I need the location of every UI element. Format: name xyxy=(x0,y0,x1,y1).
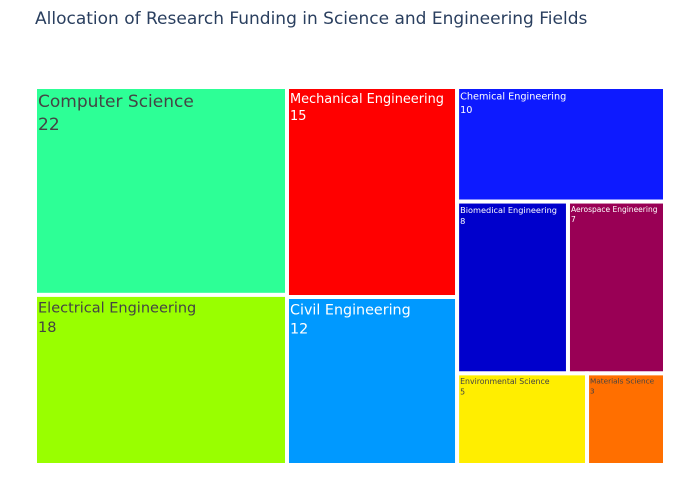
tile-aerospace-engineering: Aerospace Engineering7 xyxy=(565,199,667,376)
tile-value-label: 22 xyxy=(38,115,60,135)
treemap-tile xyxy=(455,199,570,376)
treemap-tile xyxy=(455,85,667,204)
tile-value-label: 15 xyxy=(290,109,306,124)
tile-label: Mechanical Engineering xyxy=(290,92,444,107)
tile-value-label: 7 xyxy=(571,215,576,224)
treemap-tile xyxy=(285,85,460,299)
treemap-tile xyxy=(285,295,460,467)
treemap-tile xyxy=(455,371,590,468)
tile-label: Biomedical Engineering xyxy=(460,205,557,215)
treemap-tile xyxy=(585,371,667,468)
tile-value-label: 5 xyxy=(460,388,465,397)
tile-label: Electrical Engineering xyxy=(38,300,196,316)
tile-value-label: 3 xyxy=(590,387,595,396)
treemap-tile xyxy=(33,292,289,467)
treemap-tile xyxy=(565,199,667,376)
tile-environmental-science: Environmental Science 5 xyxy=(455,371,590,468)
tile-computer-science: Computer Science 22 xyxy=(33,85,289,297)
tile-label: Aerospace Engineering xyxy=(571,205,658,214)
treemap-tile xyxy=(33,85,289,297)
tile-mechanical-engineering: Mechanical Engineering 15 xyxy=(285,85,460,299)
tile-chemical-engineering: Chemical Engineering 10 xyxy=(455,85,667,204)
treemap-chart: Allocation of Research Funding in Scienc… xyxy=(0,0,700,500)
tile-materials-science: Materials Science3 xyxy=(585,371,667,468)
tile-value-label: 10 xyxy=(460,105,472,116)
tile-label: Environmental Science xyxy=(460,377,550,386)
tile-value-label: 18 xyxy=(38,320,56,336)
tile-value-label: 12 xyxy=(290,322,308,338)
tile-label: Computer Science xyxy=(38,92,194,112)
tile-label: Civil Engineering xyxy=(290,302,411,318)
tile-label: Materials Science xyxy=(590,377,655,386)
tile-label: Chemical Engineering xyxy=(460,92,566,103)
tile-value-label: 8 xyxy=(460,216,465,226)
tile-electrical-engineering: Electrical Engineering 18 xyxy=(33,292,289,467)
treemap-plot-area: Computer Science 22 Electrical Engineering… xyxy=(33,85,667,468)
tile-civil-engineering: Civil Engineering 12 xyxy=(285,295,460,467)
tile-biomedical-engineering: Biomedical Engineering8 xyxy=(455,199,570,376)
